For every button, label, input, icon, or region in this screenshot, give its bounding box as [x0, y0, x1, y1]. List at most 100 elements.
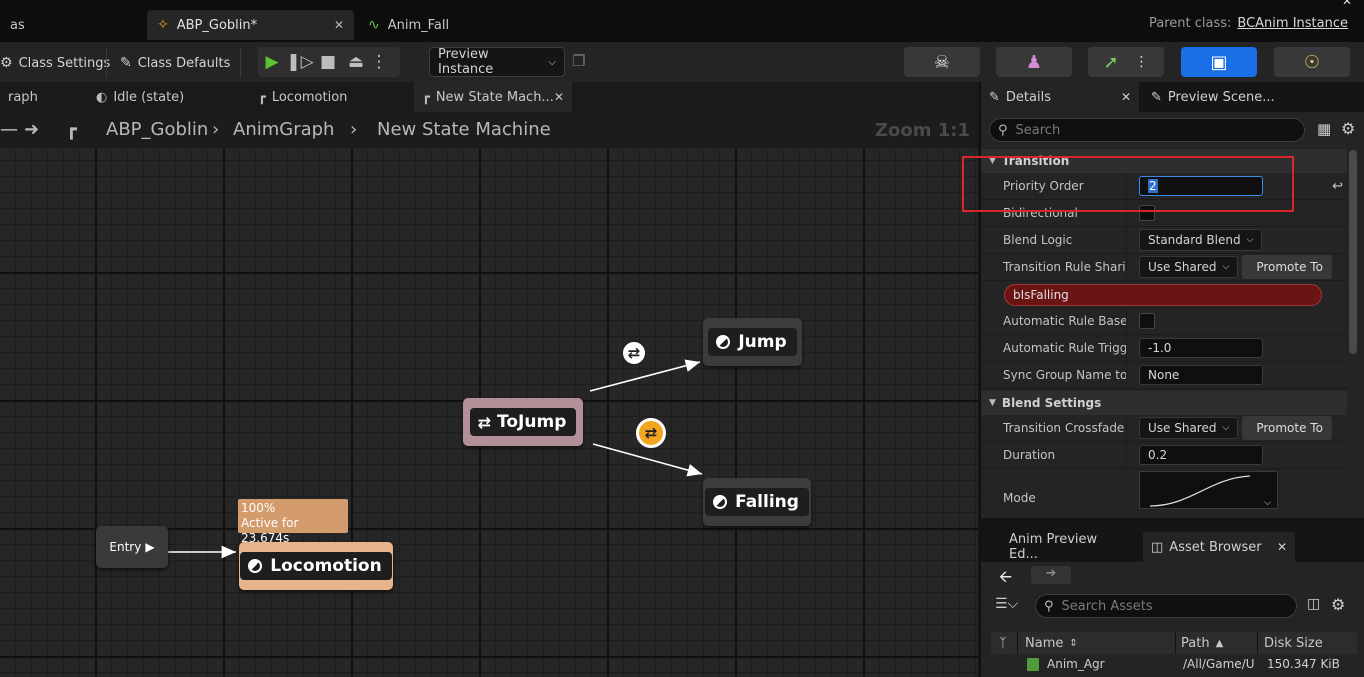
details-scrollbar[interactable] — [1349, 150, 1357, 354]
running-figure-icon: ➚ — [1103, 51, 1119, 73]
blueprint-mode-button[interactable]: ▣ — [1181, 47, 1257, 77]
automatic-rule-row: Automatic Rule Based... — [981, 308, 1347, 335]
tojump-to-falling-wire[interactable] — [592, 443, 703, 477]
folder-search-icon: ◫ — [1151, 539, 1164, 555]
graph-tab-new-state-machine[interactable]: ┏ New State Mach... ✕ — [414, 82, 572, 112]
back-arrow-icon[interactable]: 🡨 — [999, 566, 1012, 593]
entry-label: Entry — [109, 540, 142, 554]
stop-icon[interactable]: ■ — [314, 48, 342, 76]
close-icon[interactable]: ✕ — [1121, 90, 1131, 104]
step-icon[interactable]: ❚▷ — [286, 48, 314, 76]
falling-state-node[interactable]: Falling — [703, 478, 811, 526]
play-icon[interactable]: ▶ — [258, 48, 286, 76]
shared-rule-pill[interactable]: bIsFalling — [1004, 283, 1322, 306]
breadcrumb-separator-icon: › — [350, 119, 358, 140]
close-icon[interactable]: ✕ — [554, 90, 564, 104]
category-blend-settings[interactable]: ▼ Blend Settings — [981, 391, 1347, 415]
rule-sharing-dropdown[interactable]: Use Shared ⌵ — [1139, 256, 1239, 278]
preview-instance-dropdown[interactable]: Preview Instance ⌵ — [429, 47, 565, 77]
tab-label: Preview Scene... — [1167, 89, 1275, 105]
mesh-mode-button[interactable]: ♟ — [996, 47, 1072, 77]
gear-icon: ⚙ — [0, 55, 13, 71]
tab-details[interactable]: ✎ Details ✕ — [981, 82, 1139, 112]
graph-tab-animgraph[interactable]: raph — [0, 82, 80, 112]
class-defaults-button[interactable]: ✎ Class Defaults — [120, 50, 230, 76]
parent-class-info: Parent class: BCAnim Instance — [1149, 16, 1348, 31]
breadcrumb-new-state-machine[interactable]: New State Machine — [377, 119, 551, 140]
play-controls: ▶ ❚▷ ■ ⏏ ⋮ — [258, 47, 400, 77]
reset-to-default-icon[interactable]: ↩ — [1332, 179, 1343, 194]
zoom-level: Zoom 1:1 — [874, 120, 970, 141]
details-tab-bar: ✎ Details ✕ ✎ Preview Scene... — [981, 82, 1364, 112]
sync-group-row: Sync Group Name to R... None — [981, 362, 1347, 389]
asset-search-input[interactable]: ⚲ Search Assets — [1035, 594, 1297, 618]
animation-asset-icon — [1027, 657, 1039, 671]
table-view-icon[interactable]: ▦ — [1317, 120, 1331, 138]
class-settings-button[interactable]: ⚙ Class Settings — [0, 50, 110, 76]
automatic-rule-checkbox[interactable] — [1139, 313, 1155, 329]
column-divider — [1175, 632, 1176, 654]
state-machine-graph[interactable]: Entry ▶ 100% Active for 23.674s Locomoti… — [0, 148, 978, 677]
crossfade-value: Use Shared — [1148, 421, 1217, 435]
forward-arrow-icon[interactable]: ➜ — [1031, 566, 1071, 584]
tab-asset-browser[interactable]: ◫ Asset Browser ✕ — [1143, 532, 1295, 562]
debug-filter-icon[interactable]: ❐ — [572, 52, 585, 70]
tojump-conduit-node[interactable]: ⇄ ToJump — [463, 398, 583, 446]
promote-to-button-2[interactable]: Promote To — [1242, 416, 1333, 440]
duration-input[interactable]: 0.2 — [1139, 445, 1263, 465]
parent-class-link[interactable]: BCAnim Instance — [1237, 16, 1348, 31]
more-options-icon[interactable]: ⋮ — [370, 48, 388, 76]
blend-logic-dropdown[interactable]: Standard Blend ⌵ — [1139, 229, 1263, 251]
class-settings-label: Class Settings — [18, 55, 111, 71]
column-header-path[interactable]: Path ▲ — [1181, 632, 1257, 654]
blend-curve-picker[interactable]: ⌵ — [1139, 471, 1278, 509]
tojump-to-jump-wire[interactable] — [589, 359, 701, 392]
anim-blueprint-icon: ✧ — [157, 17, 169, 33]
tab-label: New State Mach... — [435, 89, 554, 105]
skeleton-mode-button[interactable]: ☠ — [904, 47, 980, 77]
document-tab-abp-goblin[interactable]: ✧ ABP_Goblin* ✕ — [147, 10, 354, 40]
transition-rule-icon[interactable]: ⇄ — [621, 340, 647, 366]
column-header-disk-size[interactable]: Disk Size — [1264, 632, 1344, 654]
folder-view-icon[interactable]: ◫ — [1307, 596, 1320, 612]
details-search-input[interactable]: ⚲ Search — [989, 118, 1305, 142]
close-icon[interactable]: ✕ — [334, 18, 344, 32]
filter-icon[interactable]: ☰⌵ — [995, 596, 1018, 612]
blend-logic-row: Blend Logic Standard Blend ⌵ — [981, 227, 1347, 254]
physics-mode-button[interactable]: ☉ — [1274, 47, 1350, 77]
table-row[interactable]: Anim_Agr /All/Game/U 150.347 KiB — [991, 654, 1357, 674]
forward-arrow-icon[interactable]: ➜ — [24, 119, 39, 140]
selected-transition-rule-icon[interactable]: ⇄ — [636, 418, 666, 448]
column-divider — [1017, 632, 1018, 654]
eject-icon[interactable]: ⏏ — [342, 48, 370, 76]
breadcrumb-animgraph[interactable]: AnimGraph — [233, 119, 334, 140]
column-divider — [1257, 632, 1258, 654]
graph-tab-idle-state[interactable]: ◐ Idle (state) — [88, 82, 248, 112]
tab-anim-preview-editor[interactable]: Anim Preview Ed... — [1001, 532, 1137, 562]
locomotion-state-node[interactable]: Locomotion — [239, 542, 393, 590]
entry-node[interactable]: Entry ▶ — [96, 526, 168, 568]
sync-group-input[interactable]: None — [1139, 365, 1263, 385]
tab-preview-scene[interactable]: ✎ Preview Scene... — [1143, 82, 1303, 112]
breadcrumb-abp-goblin[interactable]: ABP_Goblin — [106, 119, 208, 140]
gear-icon[interactable]: ⚙ — [1331, 595, 1345, 614]
gear-icon[interactable]: ⚙ — [1341, 119, 1355, 138]
animation-mode-button[interactable]: ➚ ⋮ — [1088, 47, 1164, 77]
back-arrow-icon[interactable]: — — [0, 119, 18, 140]
promote-to-button[interactable]: Promote To — [1242, 255, 1333, 279]
source-tree-icon[interactable]: ᛉ — [999, 632, 1007, 654]
blend-logic-value: Standard Blend — [1148, 233, 1241, 247]
window-close-icon[interactable]: ✕ — [1342, 0, 1352, 8]
document-tab-anim-fall[interactable]: ∿ Anim_Fall — [358, 10, 508, 40]
graph-tab-locomotion[interactable]: ┏ Locomotion — [250, 82, 410, 112]
tab-label: Anim Preview Ed... — [1009, 532, 1098, 562]
mesh-icon: ♟ — [1025, 51, 1043, 73]
close-icon[interactable]: ✕ — [1277, 540, 1287, 554]
automatic-trigger-input[interactable]: -1.0 — [1139, 338, 1263, 358]
crossfade-dropdown[interactable]: Use Shared ⌵ — [1139, 417, 1239, 439]
tab-label: raph — [8, 89, 38, 105]
jump-state-node[interactable]: Jump — [703, 318, 802, 366]
chevron-down-icon: ⌵ — [1264, 498, 1271, 508]
document-tab-previous[interactable]: as — [0, 10, 140, 40]
column-header-name[interactable]: Name ⇕ — [1025, 632, 1175, 654]
